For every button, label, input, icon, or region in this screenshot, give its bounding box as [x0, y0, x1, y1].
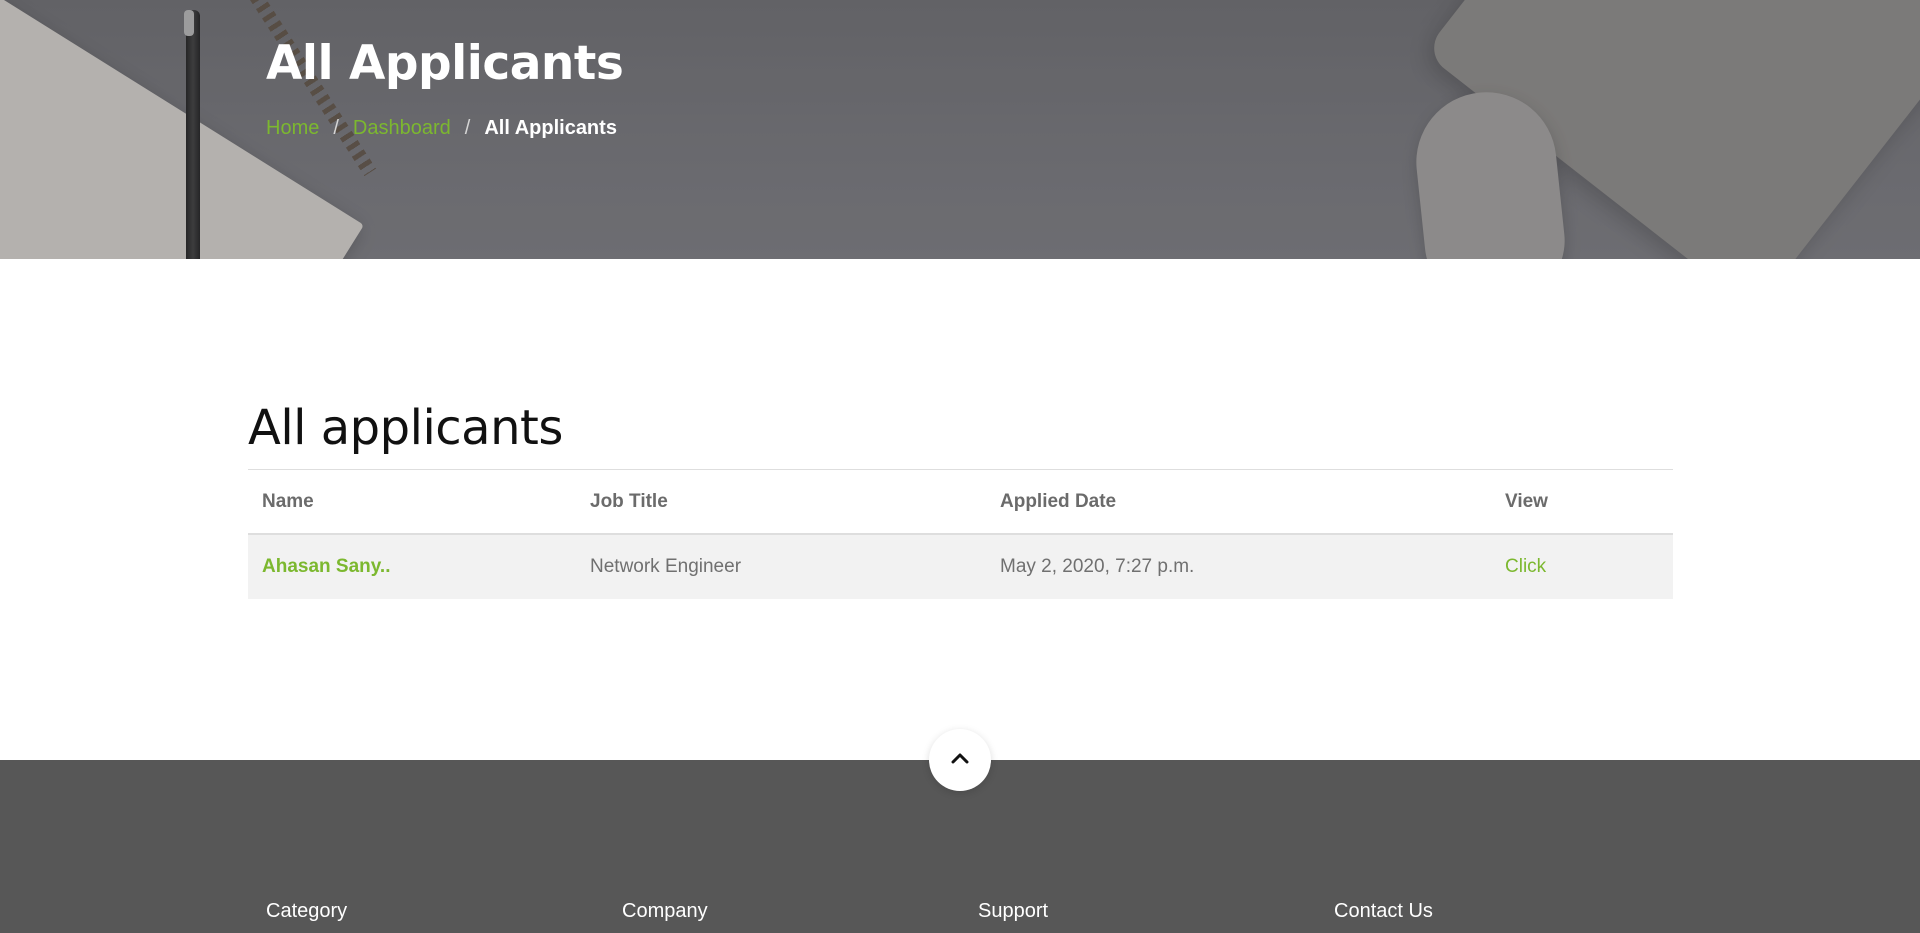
footer-heading-contact: Contact Us: [1334, 900, 1433, 922]
page-title: All Applicants: [266, 36, 624, 91]
breadcrumb-separator: /: [333, 117, 339, 139]
breadcrumb-current: All Applicants: [484, 117, 617, 139]
applied-date-cell: May 2, 2020, 7:27 p.m.: [1000, 556, 1195, 577]
column-header-applied-date: Applied Date: [1000, 490, 1117, 512]
job-title-cell: Network Engineer: [590, 556, 742, 577]
applicant-name-cell: Ahasan Sany..: [248, 556, 590, 578]
column-header-view: View: [1505, 490, 1548, 512]
applicant-name-link[interactable]: Ahasan Sany..: [262, 556, 390, 577]
footer-columns: Category Company Support Contact Us: [266, 900, 1690, 923]
chevron-up-icon: [949, 747, 971, 774]
column-header-name: Name: [262, 490, 314, 512]
footer-heading-support: Support: [978, 900, 1049, 922]
breadcrumb-separator: /: [464, 117, 471, 139]
breadcrumb: Home / Dashboard / All Applicants: [266, 117, 623, 140]
table-header-row: Name Job Title Applied Date View: [248, 470, 1673, 535]
applicants-table: Name Job Title Applied Date View Ahasan …: [248, 469, 1673, 599]
breadcrumb-dashboard-link[interactable]: Dashboard: [353, 117, 451, 140]
section-title: All applicants: [248, 400, 563, 456]
column-header-job-title: Job Title: [590, 490, 668, 512]
view-cell: Click: [1505, 556, 1673, 578]
footer-heading-category: Category: [266, 900, 348, 922]
footer-heading-company: Company: [622, 900, 708, 922]
table-row: Ahasan Sany.. Network Engineer May 2, 20…: [248, 535, 1673, 599]
main-content: All applicants Name Job Title Applied Da…: [248, 400, 1673, 599]
breadcrumb-home-link[interactable]: Home: [266, 117, 319, 140]
scroll-to-top-button[interactable]: [929, 729, 991, 791]
page-hero: All Applicants Home / Dashboard / All Ap…: [0, 0, 1920, 259]
hero-content: All Applicants Home / Dashboard / All Ap…: [266, 36, 624, 140]
view-application-link[interactable]: Click: [1505, 556, 1546, 577]
